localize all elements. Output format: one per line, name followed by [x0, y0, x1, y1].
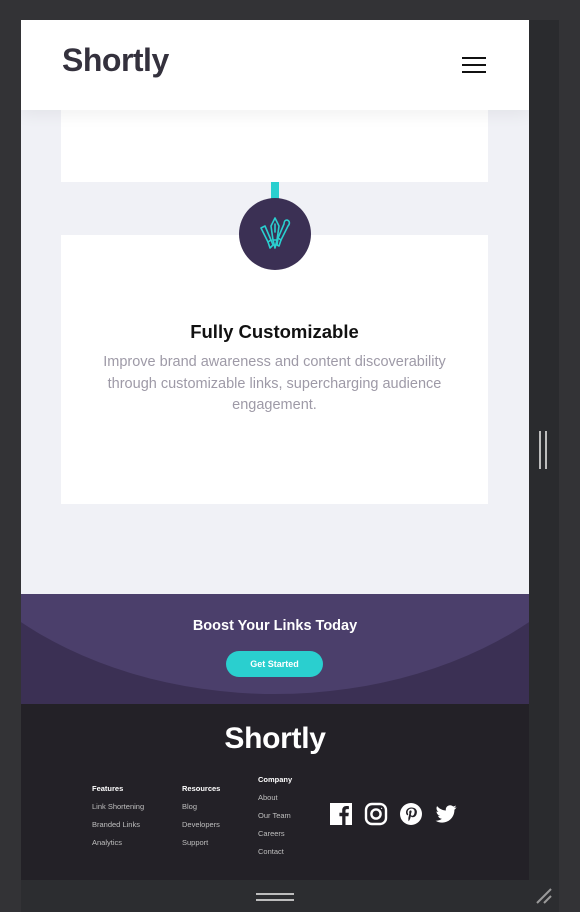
footer-column-resources: Resources Blog Developers Support	[182, 784, 220, 856]
previous-feature-card	[61, 100, 488, 182]
footer-link[interactable]: Blog	[182, 802, 220, 820]
footer-link[interactable]: Developers	[182, 820, 220, 838]
footer-link[interactable]: Careers	[258, 829, 292, 847]
boost-background-shape	[21, 594, 529, 694]
footer-link[interactable]: Link Shortening	[92, 802, 144, 820]
frame-top-bar	[0, 0, 580, 20]
feature-card-description: Improve brand awareness and content disc…	[103, 354, 446, 413]
frame-left-bar	[0, 20, 21, 912]
frame-far-right-bar	[559, 0, 580, 912]
vertical-resize-handle[interactable]	[539, 431, 547, 469]
site-header: Shortly	[21, 20, 529, 110]
feature-card: Fully Customizable Improve brand awarene…	[61, 235, 488, 504]
pen-brush-tools-icon	[260, 217, 291, 249]
footer-link[interactable]: Our Team	[258, 811, 292, 829]
feature-card-title: Fully Customizable	[190, 321, 359, 342]
feature-icon-circle	[239, 198, 311, 270]
hamburger-menu-icon[interactable]	[462, 56, 488, 76]
horizontal-resize-handle[interactable]	[256, 893, 294, 901]
footer-column-company: Company About Our Team Careers Contact	[258, 775, 292, 865]
get-started-button[interactable]: Get Started	[226, 651, 323, 677]
twitter-icon[interactable]	[434, 802, 458, 826]
footer-link[interactable]: Branded Links	[92, 820, 144, 838]
footer-column-heading: Company	[258, 775, 293, 784]
page-viewport: Fully Customizable Improve brand awarene…	[21, 20, 529, 880]
footer-link[interactable]: About	[258, 793, 292, 811]
site-footer: Shortly Features Link Shortening Branded…	[21, 704, 529, 880]
footer-link[interactable]: Support	[182, 838, 220, 856]
corner-resize-grip-icon[interactable]	[534, 886, 554, 906]
footer-logo[interactable]: Shortly	[21, 722, 529, 756]
footer-column-features: Features Link Shortening Branded Links A…	[92, 784, 144, 856]
header-logo[interactable]: Shortly	[62, 42, 169, 79]
facebook-icon[interactable]	[329, 802, 353, 826]
footer-column-heading: Resources	[182, 784, 221, 793]
footer-link[interactable]: Analytics	[92, 838, 144, 856]
boost-title: Boost Your Links Today	[192, 618, 358, 634]
boost-section: Boost Your Links Today Get Started	[21, 594, 529, 704]
footer-column-heading: Features	[92, 784, 124, 793]
footer-link[interactable]: Contact	[258, 847, 292, 865]
pinterest-icon[interactable]	[399, 802, 423, 826]
instagram-icon[interactable]	[364, 802, 388, 826]
